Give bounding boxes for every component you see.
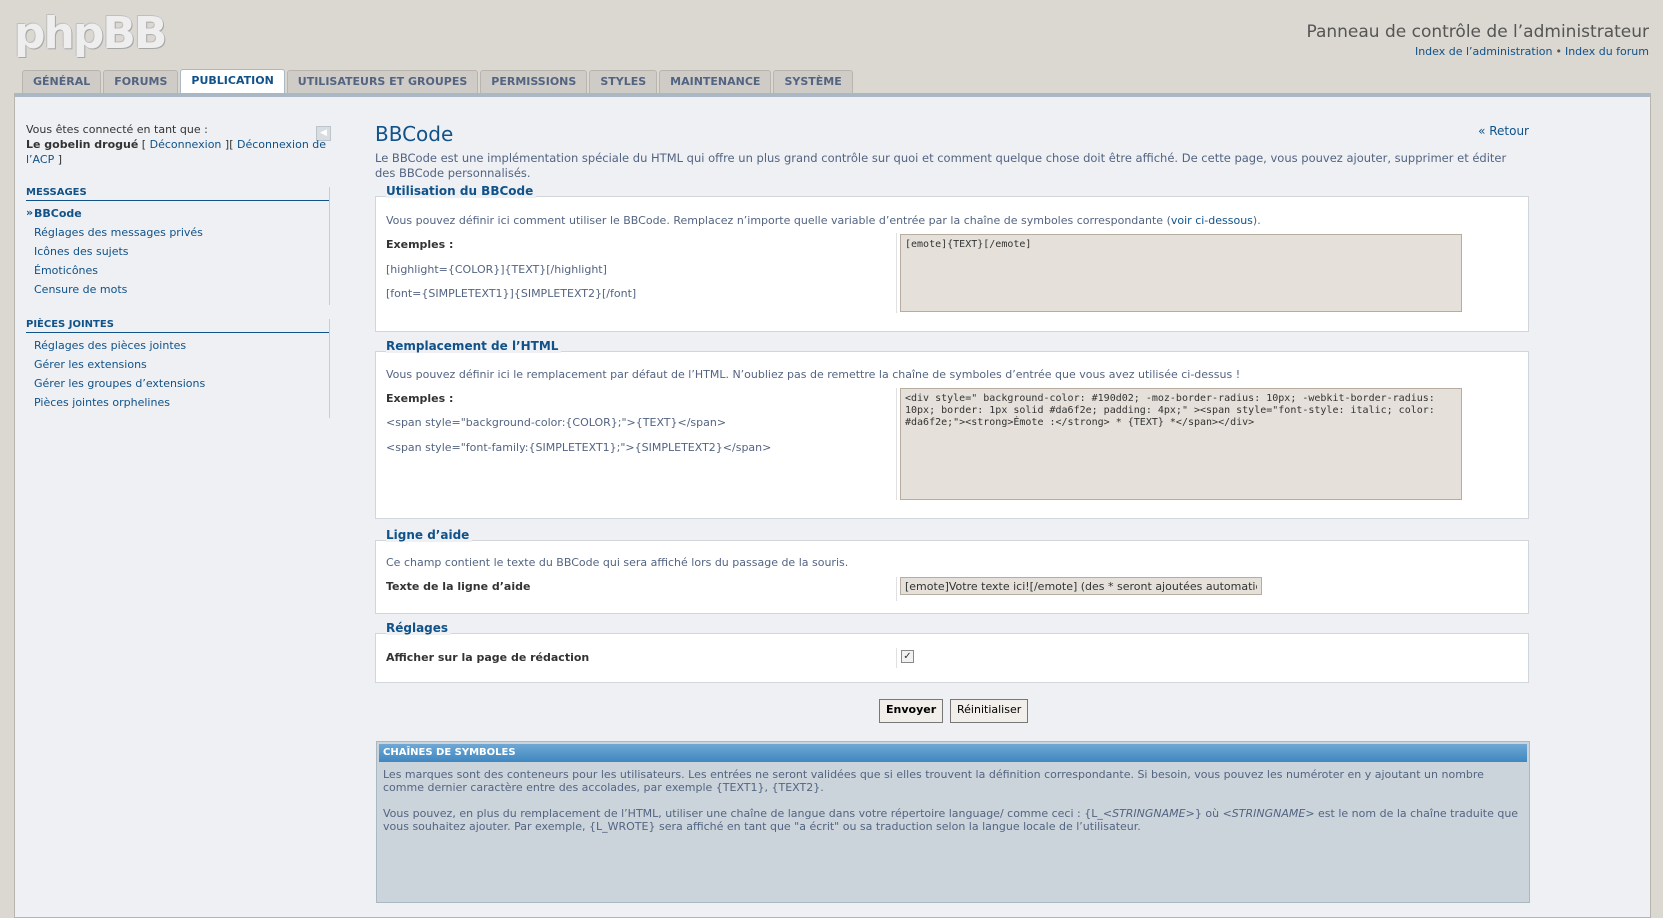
panel-title: Panneau de contrôle de l’administrateur	[1306, 22, 1649, 42]
html-replacement-textarea[interactable]: <div style=" background-color: #190d02; …	[900, 388, 1462, 500]
tab-maintenance[interactable]: MAINTENANCE	[659, 70, 772, 93]
fieldset-settings: Réglages Afficher sur la page de rédacti…	[375, 621, 1529, 683]
content: BBCode « Retour Le BBCode est une implém…	[375, 122, 1529, 181]
tab-forums[interactable]: FORUMS	[103, 70, 179, 93]
tab-styles[interactable]: STYLES	[589, 70, 658, 93]
helpline-description: Ce champ contient le texte du BBCode qui…	[386, 556, 849, 569]
menu-group-attachments: PIÈCES JOINTES Réglages des pièces joint…	[26, 319, 330, 418]
acp-index-link[interactable]: Index de l’administration	[1415, 45, 1552, 58]
usage-desc-end: ).	[1252, 214, 1261, 227]
column-divider	[896, 577, 897, 601]
html-description: Vous pouvez définir ici le remplacement …	[386, 368, 1241, 381]
tab-permissions[interactable]: PERMISSIONS	[480, 70, 588, 93]
tokens-p2-text: Vous pouvez, en plus du remplacement de …	[383, 807, 1103, 820]
sidebar-item-bbcode[interactable]: BBCode	[26, 204, 329, 223]
tokens-panel: CHAÎNES DE SYMBOLES Les marques sont des…	[376, 741, 1530, 903]
logout-link[interactable]: Déconnexion	[150, 138, 222, 151]
html-examples-label: Exemples :	[386, 392, 454, 405]
html-example: <span style="background-color:{COLOR};">…	[386, 416, 727, 429]
tokens-paragraph-2: Vous pouvez, en plus du remplacement de …	[383, 807, 1523, 833]
usage-example: [font={SIMPLETEXT1}]{SIMPLETEXT2}[/font]	[386, 287, 637, 300]
column-divider	[896, 648, 897, 668]
main-tabs: GÉNÉRAL FORUMS PUBLICATION UTILISATEURS …	[22, 69, 855, 94]
connected-label: Vous êtes connecté en tant que :	[26, 123, 208, 136]
phpbb-logo: phpBB	[14, 8, 167, 59]
tokens-p2-text: } où	[1194, 807, 1223, 820]
bullet-separator: •	[1555, 45, 1562, 58]
legend-helpline: Ligne d’aide	[386, 528, 473, 542]
legend-settings: Réglages	[386, 621, 452, 635]
page-title: BBCode	[375, 122, 454, 146]
usage-desc-text: Vous pouvez définir ici comment utiliser…	[386, 214, 1171, 227]
sidebar-item-attachment-settings[interactable]: Réglages des pièces jointes	[26, 336, 329, 355]
sidebar: Vous êtes connecté en tant que : Le gobe…	[26, 122, 330, 418]
submit-button[interactable]: Envoyer	[879, 699, 944, 723]
legend-html-replacement: Remplacement de l’HTML	[386, 339, 562, 353]
menu-heading-attachments: PIÈCES JOINTES	[26, 319, 329, 333]
connected-info: Vous êtes connecté en tant que : Le gobe…	[26, 123, 327, 166]
stringname-placeholder: <STRINGNAME>	[1102, 807, 1195, 820]
helpline-label: Texte de la ligne d’aide	[386, 580, 531, 593]
bbcode-usage-textarea[interactable]: [emote]{TEXT}[/emote]	[900, 234, 1462, 312]
stringname-placeholder: <STRINGNAME>	[1222, 807, 1315, 820]
usage-examples-label: Exemples :	[386, 238, 454, 251]
fieldset-bbcode-usage: Utilisation du BBCode Vous pouvez défini…	[375, 184, 1529, 332]
reset-button[interactable]: Réinitialiser	[950, 699, 1029, 723]
sidebar-item-word-censor[interactable]: Censure de mots	[26, 280, 329, 299]
column-divider	[896, 233, 897, 313]
legend-bbcode-usage: Utilisation du BBCode	[386, 184, 537, 198]
menu-heading-messages: MESSAGES	[26, 187, 329, 201]
username: Le gobelin drogué	[26, 138, 139, 151]
sidebar-item-manage-extensions[interactable]: Gérer les extensions	[26, 355, 329, 374]
sidebar-item-orphan-attachments[interactable]: Pièces jointes orphelines	[26, 393, 329, 412]
tokens-body: Les marques sont des conteneurs pour les…	[377, 764, 1529, 837]
see-below-link[interactable]: voir ci-dessous	[1171, 214, 1253, 227]
tokens-paragraph-1: Les marques sont des conteneurs pour les…	[383, 768, 1484, 794]
back-link[interactable]: « Retour	[1478, 124, 1529, 138]
forum-index-link[interactable]: Index du forum	[1565, 45, 1649, 58]
usage-example: [highlight={COLOR}]{TEXT}[/highlight]	[386, 263, 607, 276]
menu-group-messages: MESSAGES BBCode Réglages des messages pr…	[26, 187, 330, 305]
tab-system[interactable]: SYSTÈME	[773, 70, 853, 93]
usage-description: Vous pouvez définir ici comment utiliser…	[386, 214, 1261, 227]
tokens-header: CHAÎNES DE SYMBOLES	[379, 744, 1527, 762]
tab-publication[interactable]: PUBLICATION	[180, 69, 285, 94]
sidebar-item-extension-groups[interactable]: Gérer les groupes d’extensions	[26, 374, 329, 393]
display-on-posting-label: Afficher sur la page de rédaction	[386, 651, 590, 664]
column-divider	[896, 388, 897, 500]
sidebar-item-topic-icons[interactable]: Icônes des sujets	[26, 242, 329, 261]
sidebar-item-smilies[interactable]: Émoticônes	[26, 261, 329, 280]
display-on-posting-checkbox[interactable]: ✓	[901, 650, 914, 663]
page-intro: Le BBCode est une implémentation spécial…	[375, 151, 1507, 180]
html-example: <span style="font-family:{SIMPLETEXT1};"…	[386, 441, 772, 454]
sidebar-item-pm-settings[interactable]: Réglages des messages privés	[26, 223, 329, 242]
fieldset-html-replacement: Remplacement de l’HTML Vous pouvez défin…	[375, 339, 1529, 519]
tab-general[interactable]: GÉNÉRAL	[22, 70, 102, 93]
header-links: Index de l’administration • Index du forum	[1415, 45, 1649, 58]
helpline-input[interactable]	[900, 577, 1262, 595]
tab-users-groups[interactable]: UTILISATEURS ET GROUPES	[286, 70, 479, 93]
fieldset-helpline: Ligne d’aide Ce champ contient le texte …	[375, 528, 1529, 614]
